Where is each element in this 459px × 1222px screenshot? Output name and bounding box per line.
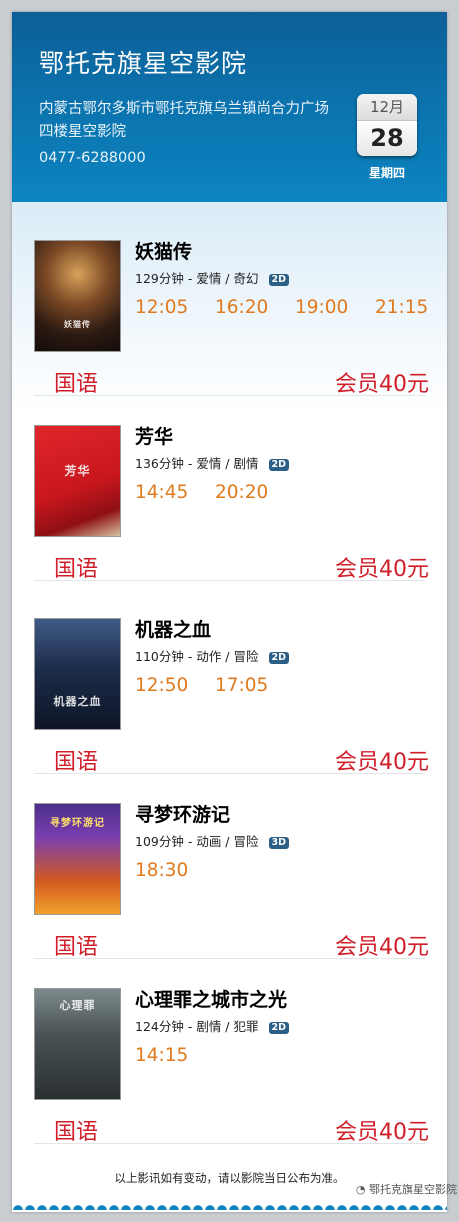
movie-genre: 动作 / 冒险 bbox=[196, 649, 259, 664]
divider bbox=[34, 773, 425, 774]
movie-duration: 109分钟 bbox=[135, 834, 184, 849]
movie-title[interactable]: 芳华 bbox=[135, 422, 173, 449]
movie-price: 会员40元 bbox=[335, 750, 429, 775]
showtimes: 12:05 16:20 19:00 21:15 bbox=[135, 297, 435, 321]
movie-poster[interactable]: 寻梦环游记 bbox=[34, 803, 121, 915]
showtime[interactable]: 20:20 bbox=[215, 482, 268, 503]
showtime[interactable]: 12:05 bbox=[135, 297, 188, 318]
watermark-text: 鄂托克旗星空影院 bbox=[369, 1183, 457, 1196]
movie-language: 国语 bbox=[54, 372, 99, 397]
showtime[interactable]: 12:50 bbox=[135, 675, 188, 696]
movie-title[interactable]: 寻梦环游记 bbox=[135, 800, 230, 827]
cinema-header: 鄂托克旗星空影院 内蒙古鄂尔多斯市鄂托克旗乌兰镇尚合力广场四楼星空影院 0477… bbox=[12, 12, 447, 202]
calendar-icon: 12月 28 bbox=[357, 94, 417, 156]
cinema-phone[interactable]: 0477-6288000 bbox=[39, 150, 146, 166]
divider bbox=[34, 580, 425, 581]
movie-item[interactable]: 机器之血 机器之血 110分钟 - 动作 / 冒险 2D 12:50 17:05 … bbox=[12, 618, 447, 804]
showtime[interactable]: 19:00 bbox=[295, 297, 348, 318]
movie-price: 会员40元 bbox=[335, 935, 429, 960]
movie-poster[interactable]: 心理罪 bbox=[34, 988, 121, 1100]
movie-price: 会员40元 bbox=[335, 557, 429, 582]
movie-duration: 129分钟 bbox=[135, 271, 184, 286]
showtimes: 18:30 bbox=[135, 860, 435, 884]
movie-genre: 动画 / 冒险 bbox=[196, 834, 259, 849]
movie-price: 会员40元 bbox=[335, 372, 429, 397]
movie-language: 国语 bbox=[54, 935, 99, 960]
movie-meta: 110分钟 - 动作 / 冒险 2D bbox=[135, 646, 289, 665]
movie-language: 国语 bbox=[54, 750, 99, 775]
format-badge: 2D bbox=[268, 274, 289, 286]
movie-poster[interactable]: 机器之血 bbox=[34, 618, 121, 730]
showtime[interactable]: 17:05 bbox=[215, 675, 268, 696]
wechat-watermark: ◔ 鄂托克旗星空影院 bbox=[356, 1181, 457, 1197]
movie-item[interactable]: 寻梦环游记 寻梦环游记 109分钟 - 动画 / 冒险 3D 18:30 国语 会… bbox=[12, 803, 447, 989]
schedule-card: 鄂托克旗星空影院 内蒙古鄂尔多斯市鄂托克旗乌兰镇尚合力广场四楼星空影院 0477… bbox=[12, 12, 447, 1212]
showtime[interactable]: 21:15 bbox=[375, 297, 428, 318]
cinema-address: 内蒙古鄂尔多斯市鄂托克旗乌兰镇尚合力广场四楼星空影院 bbox=[39, 101, 329, 140]
format-badge: 2D bbox=[268, 459, 289, 471]
movie-meta: 129分钟 - 爱情 / 奇幻 2D bbox=[135, 268, 289, 287]
scallop-divider-bottom bbox=[12, 1200, 447, 1210]
movie-title[interactable]: 妖猫传 bbox=[135, 237, 192, 264]
calendar-day: 28 bbox=[357, 121, 417, 156]
showtime[interactable]: 14:15 bbox=[135, 1045, 188, 1066]
movie-language: 国语 bbox=[54, 1120, 99, 1145]
showtime[interactable]: 18:30 bbox=[135, 860, 188, 881]
showtimes: 14:15 bbox=[135, 1045, 435, 1069]
movie-meta: 136分钟 - 爱情 / 剧情 2D bbox=[135, 453, 289, 472]
format-badge: 2D bbox=[268, 1022, 289, 1034]
format-badge: 3D bbox=[268, 837, 289, 849]
movie-poster[interactable]: 妖猫传 bbox=[34, 240, 121, 352]
movie-language: 国语 bbox=[54, 557, 99, 582]
wechat-icon: ◔ bbox=[355, 1183, 366, 1196]
divider bbox=[34, 395, 425, 396]
movie-item[interactable]: 心理罪 心理罪之城市之光 124分钟 - 剧情 / 犯罪 2D 14:15 国语 … bbox=[12, 988, 447, 1174]
showtime[interactable]: 14:45 bbox=[135, 482, 188, 503]
movie-price: 会员40元 bbox=[335, 1120, 429, 1145]
movie-title[interactable]: 机器之血 bbox=[135, 615, 211, 642]
format-badge: 2D bbox=[268, 652, 289, 664]
showtimes: 14:45 20:20 bbox=[135, 482, 435, 506]
showtime[interactable]: 16:20 bbox=[215, 297, 268, 318]
movie-duration: 124分钟 bbox=[135, 1019, 184, 1034]
movie-genre: 爱情 / 奇幻 bbox=[196, 271, 259, 286]
divider bbox=[34, 958, 425, 959]
movie-genre: 爱情 / 剧情 bbox=[196, 456, 259, 471]
showtimes: 12:50 17:05 bbox=[135, 675, 435, 699]
movie-duration: 136分钟 bbox=[135, 456, 184, 471]
divider bbox=[34, 1143, 425, 1144]
movie-item[interactable]: 妖猫传 妖猫传 129分钟 - 爱情 / 奇幻 2D 12:05 16:20 19… bbox=[12, 240, 447, 426]
movie-meta: 124分钟 - 剧情 / 犯罪 2D bbox=[135, 1016, 289, 1035]
calendar-widget: 12月 28 星期四 bbox=[357, 94, 417, 181]
movie-genre: 剧情 / 犯罪 bbox=[196, 1019, 259, 1034]
movie-item[interactable]: 芳华 芳华 136分钟 - 爱情 / 剧情 2D 14:45 20:20 国语 会… bbox=[12, 425, 447, 611]
movie-duration: 110分钟 bbox=[135, 649, 184, 664]
calendar-month: 12月 bbox=[357, 94, 417, 121]
cinema-name: 鄂托克旗星空影院 bbox=[39, 49, 248, 78]
movie-title[interactable]: 心理罪之城市之光 bbox=[135, 985, 287, 1012]
movie-poster[interactable]: 芳华 bbox=[34, 425, 121, 537]
calendar-weekday: 星期四 bbox=[368, 166, 405, 180]
movie-meta: 109分钟 - 动画 / 冒险 3D bbox=[135, 831, 289, 850]
